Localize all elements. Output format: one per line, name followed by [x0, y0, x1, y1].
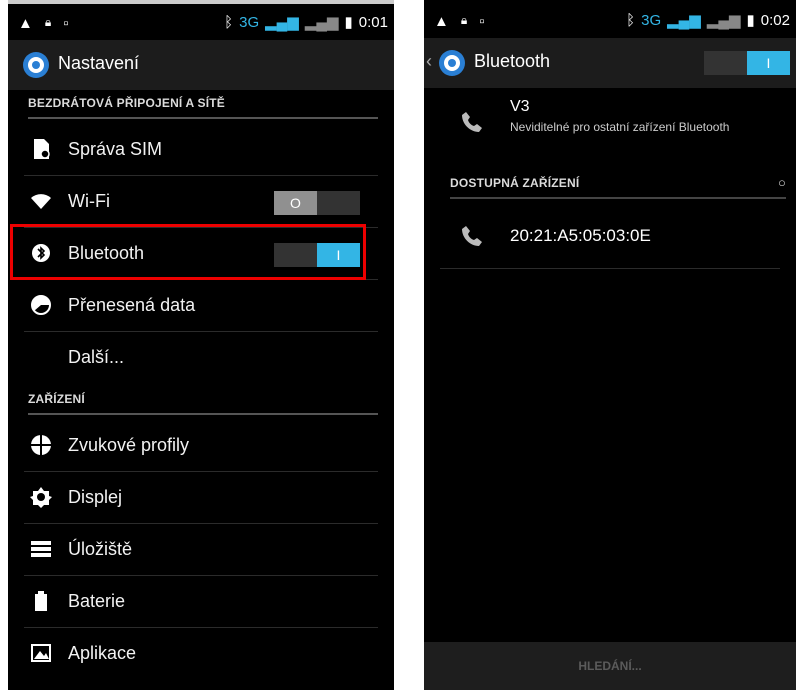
wifi-toggle[interactable]: O: [274, 191, 360, 215]
settings-item-label: Baterie: [68, 591, 126, 611]
settings-item-wifi[interactable]: Wi-Fi O: [8, 176, 394, 228]
device-name: V3: [510, 98, 530, 115]
local-device[interactable]: V3 Neviditelné pro ostatní zařízení Blue…: [424, 96, 796, 160]
settings-item-display[interactable]: Displej: [8, 472, 394, 524]
settings-item-label: Správa SIM: [68, 139, 163, 159]
network-type: 3G: [239, 13, 260, 31]
network-type: 3G: [641, 11, 662, 29]
signal-icon: ▂▄▆: [667, 12, 701, 29]
section-label: DOSTUPNÁ ZAŘÍZENÍ: [450, 176, 580, 190]
battery-status-icon: ▮: [746, 12, 755, 29]
back-chevron-icon[interactable]: ‹: [426, 51, 432, 72]
available-device-address: 20:21:A5:05:03:0E: [510, 226, 651, 245]
settings-item-label: Wi-Fi: [68, 191, 110, 211]
sound-profiles-icon: [31, 435, 51, 455]
settings-item-label: Přenesená data: [68, 295, 196, 315]
signal-sim2-icon: ▂▄▆: [304, 14, 339, 31]
section-available-devices: DOSTUPNÁ ZAŘÍZENÍ ○: [450, 175, 786, 199]
lock-icon: 🔒︎: [460, 13, 468, 27]
settings-item-data-usage[interactable]: Přenesená data: [8, 280, 394, 332]
settings-item-more[interactable]: Další...: [8, 332, 394, 384]
scan-progress-icon: ○: [777, 175, 786, 190]
clock: 0:01: [358, 13, 388, 31]
image-icon: ▫: [63, 15, 69, 32]
settings-gear-icon[interactable]: [438, 49, 466, 77]
warning-icon: ▲: [18, 15, 33, 32]
settings-item-label: Zvukové profily: [68, 435, 190, 455]
device-visibility: Neviditelné pro ostatní zařízení Bluetoo…: [510, 120, 730, 134]
settings-item-battery[interactable]: Baterie: [8, 576, 394, 628]
status-bar: ▲ 🔒︎ ▫ ᛒ 3G ▂▄▆ ▂▄▆ ▮ 0:02: [424, 0, 796, 36]
storage-icon: [31, 541, 51, 557]
settings-item-label: Další...: [68, 347, 125, 367]
available-device-item[interactable]: 20:21:A5:05:03:0E: [440, 212, 780, 269]
bluetooth-status-icon: ᛒ: [224, 13, 234, 31]
bluetooth-screen: ▲ 🔒︎ ▫ ᛒ 3G ▂▄▆ ▂▄▆ ▮ 0:02 ‹ Bluetooth I…: [424, 0, 796, 690]
battery-status-icon: ▮: [344, 14, 353, 31]
page-title: Nastavení: [58, 53, 140, 73]
settings-item-apps[interactable]: Aplikace: [8, 628, 394, 680]
battery-icon: [35, 591, 47, 611]
settings-item-label: Aplikace: [68, 643, 137, 663]
clock: 0:02: [760, 11, 790, 29]
bluetooth-master-toggle[interactable]: I: [704, 51, 790, 75]
settings-item-label: Displej: [68, 487, 123, 507]
wifi-icon: [31, 194, 51, 209]
settings-item-storage[interactable]: Úložiště: [8, 524, 394, 576]
settings-gear-icon: [23, 52, 49, 78]
section-wireless: BEZDRÁTOVÁ PŘIPOJENÍ A SÍTĚ: [28, 96, 378, 119]
page-title: Bluetooth: [474, 51, 551, 71]
phone-icon: [462, 112, 482, 132]
settings-item-sound-profiles[interactable]: Zvukové profily: [8, 420, 394, 472]
action-bar: ‹ Bluetooth I: [424, 38, 796, 88]
toggle-knob-off: O: [274, 191, 317, 215]
signal-icon: ▂▄▆: [265, 14, 299, 31]
image-icon: ▫: [479, 13, 485, 30]
bluetooth-status-icon: ᛒ: [626, 11, 636, 29]
section-device: ZAŘÍZENÍ: [28, 392, 378, 415]
signal-sim2-icon: ▂▄▆: [706, 12, 741, 29]
sim-icon: [34, 139, 50, 159]
status-bar: ▲ 🔒︎ ▫ ᛒ 3G ▂▄▆ ▂▄▆ ▮ 0:01: [8, 4, 394, 40]
warning-icon: ▲: [434, 13, 449, 30]
action-bar: Nastavení: [8, 40, 394, 90]
settings-item-sim[interactable]: Správa SIM: [8, 124, 394, 176]
toggle-knob-on: I: [747, 51, 790, 75]
display-brightness-icon: [30, 487, 52, 508]
lock-icon: 🔒︎: [44, 15, 52, 29]
bluetooth-highlight-box: [10, 224, 366, 280]
apps-icon: [31, 644, 51, 662]
settings-screen: ▲ 🔒︎ ▫ ᛒ 3G ▂▄▆ ▂▄▆ ▮ 0:01 Nastavení BEZ…: [8, 0, 394, 690]
data-usage-icon: [31, 295, 51, 315]
settings-item-label: Úložiště: [68, 539, 133, 559]
phone-icon: [462, 226, 482, 246]
search-devices-button[interactable]: HLEDÁNÍ...: [424, 642, 796, 690]
